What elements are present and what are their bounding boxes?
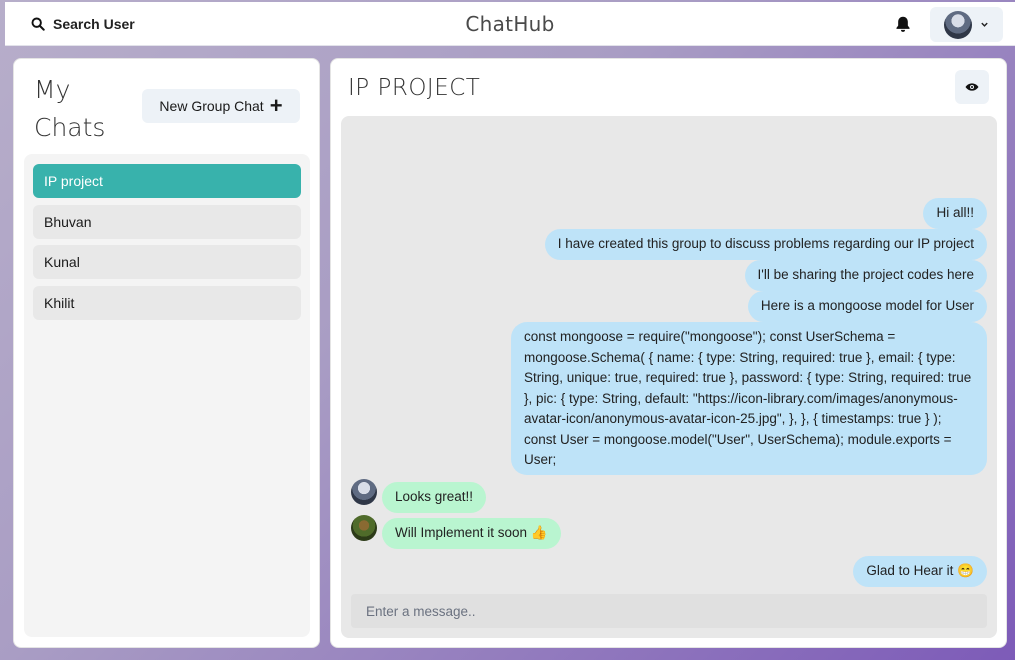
chevron-down-icon: [981, 22, 988, 27]
view-group-button[interactable]: [955, 70, 989, 104]
message-bubble: Here is a mongoose model for User: [747, 291, 987, 322]
my-chats-panel: My Chats New Group Chat + IP project Bhu…: [13, 58, 320, 648]
message-input[interactable]: [351, 594, 987, 628]
message-bubble: Will Implement it soon 👍: [382, 518, 561, 549]
search-icon: [31, 17, 45, 31]
chat-list: IP project Bhuvan Kunal Khilit: [24, 154, 310, 637]
top-bar: Search User ChatHub: [5, 2, 1015, 46]
new-group-chat-label: New Group Chat: [159, 98, 264, 114]
message-bubble: I have created this group to discuss pro…: [544, 229, 987, 260]
chat-item-bhuvan[interactable]: Bhuvan: [33, 204, 301, 239]
chat-item-label: Kunal: [44, 254, 80, 270]
search-user-label: Search User: [53, 16, 135, 32]
messages-area: Hi all!! I have created this group to di…: [341, 116, 997, 638]
avatar: [351, 515, 377, 541]
chat-item-label: IP project: [44, 173, 103, 189]
avatar: [351, 479, 377, 505]
bell-icon[interactable]: [894, 15, 912, 33]
message-bubble: const mongoose = require("mongoose"); co…: [511, 322, 987, 475]
message-bubble: I'll be sharing the project codes here: [744, 260, 987, 291]
avatar: [944, 10, 972, 39]
app-title: ChatHub: [465, 12, 555, 36]
plus-icon: +: [269, 93, 283, 118]
message-bubble: Hi all!!: [923, 198, 987, 229]
eye-icon: [965, 83, 979, 91]
search-user-button[interactable]: Search User: [21, 10, 145, 38]
message-bubble: Glad to Hear it 😁: [853, 556, 987, 587]
chat-item-khilit[interactable]: Khilit: [33, 285, 301, 320]
chat-panel: IP PROJECT Hi all!! I have created this …: [330, 58, 1007, 648]
chat-item-ip-project[interactable]: IP project: [33, 164, 301, 198]
profile-menu-button[interactable]: [930, 7, 1003, 42]
my-chats-heading: My Chats: [34, 75, 106, 142]
new-group-chat-button[interactable]: New Group Chat +: [142, 89, 300, 123]
chat-item-label: Bhuvan: [44, 213, 92, 230]
chat-title: IP PROJECT: [348, 75, 481, 101]
chat-item-kunal[interactable]: Kunal: [33, 245, 301, 279]
message-bubble: Looks great!!: [382, 482, 487, 513]
chat-item-label: Khilit: [44, 294, 75, 311]
